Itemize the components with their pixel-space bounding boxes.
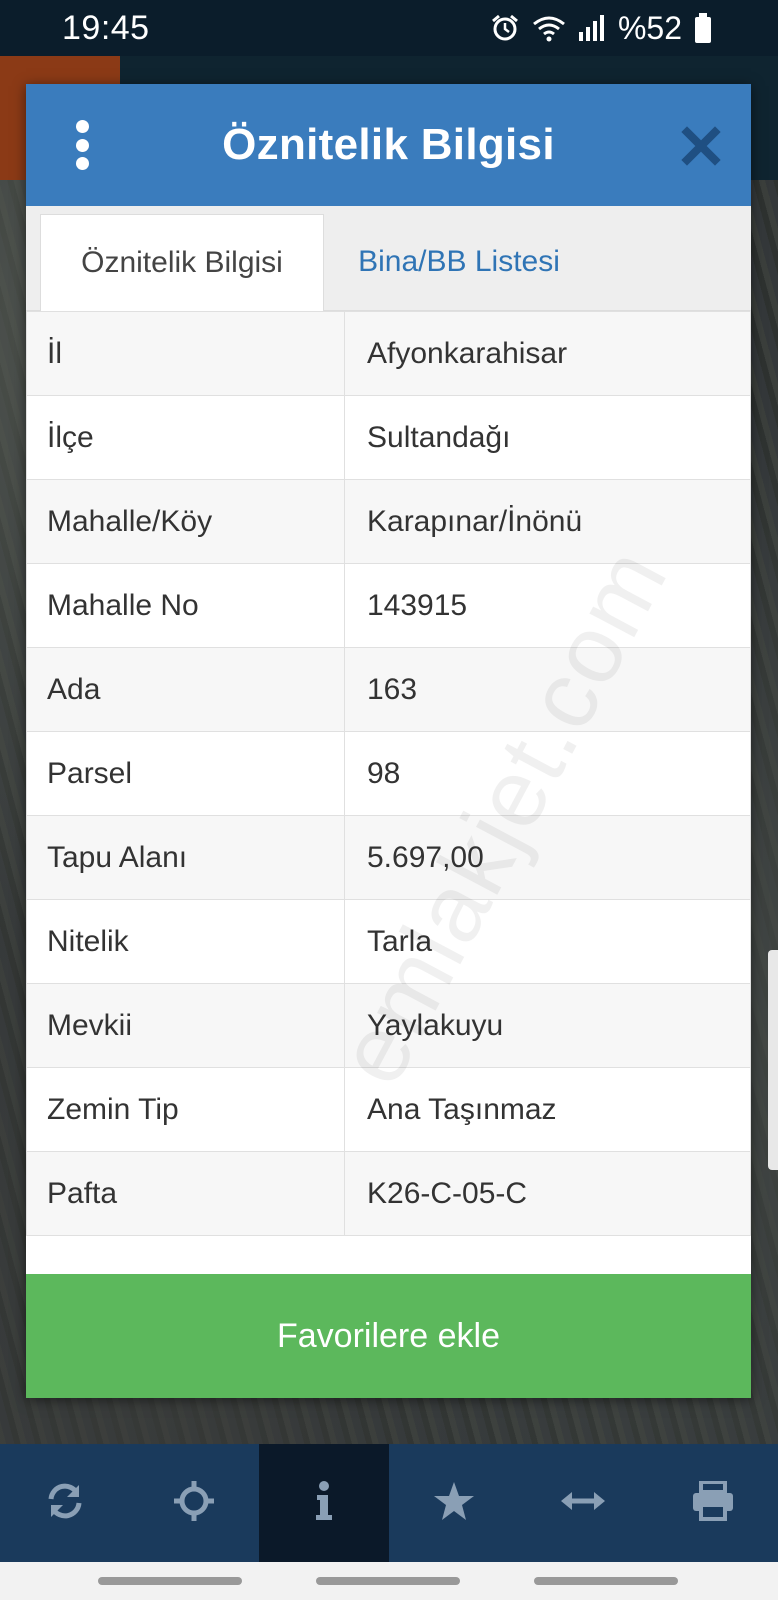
table-row: Parsel 98 bbox=[26, 731, 751, 816]
row-key: Ada bbox=[26, 647, 345, 732]
signal-icon bbox=[578, 14, 606, 42]
menu-dots-icon[interactable] bbox=[70, 120, 94, 170]
status-icons: %52 bbox=[490, 10, 712, 47]
close-icon[interactable] bbox=[679, 124, 723, 168]
print-icon bbox=[691, 1479, 735, 1526]
star-icon bbox=[433, 1481, 475, 1526]
measure-button[interactable] bbox=[519, 1444, 649, 1562]
row-key: Parsel bbox=[26, 731, 345, 816]
add-favorite-button[interactable]: Favorilere ekle bbox=[26, 1274, 751, 1398]
table-row: İl Afyonkarahisar bbox=[26, 311, 751, 396]
row-value: Afyonkarahisar bbox=[344, 311, 751, 396]
status-bar: 19:45 %52 bbox=[0, 0, 778, 56]
measure-icon bbox=[560, 1489, 606, 1518]
bottom-toolbar bbox=[0, 1444, 778, 1562]
print-button[interactable] bbox=[648, 1444, 778, 1562]
alarm-icon bbox=[490, 13, 520, 43]
row-key: Mevkii bbox=[26, 983, 345, 1068]
refresh-button[interactable] bbox=[0, 1444, 130, 1562]
scroll-handle[interactable] bbox=[768, 950, 778, 1170]
locate-button[interactable] bbox=[130, 1444, 260, 1562]
row-key: Tapu Alanı bbox=[26, 815, 345, 900]
row-value: Ana Taşınmaz bbox=[344, 1067, 751, 1152]
row-key: Pafta bbox=[26, 1151, 345, 1236]
tab-building-list[interactable]: Bina/BB Listesi bbox=[324, 214, 594, 310]
row-value: 143915 bbox=[344, 563, 751, 648]
tab-attribute-info[interactable]: Öznitelik Bilgisi bbox=[40, 214, 324, 311]
row-key: Zemin Tip bbox=[26, 1067, 345, 1152]
attribute-table: İl Afyonkarahisar İlçe Sultandağı Mahall… bbox=[26, 311, 751, 1236]
row-value: 163 bbox=[344, 647, 751, 732]
favorites-button[interactable] bbox=[389, 1444, 519, 1562]
tabs-bar: Öznitelik Bilgisi Bina/BB Listesi bbox=[26, 206, 751, 311]
table-row: Tapu Alanı 5.697,00 bbox=[26, 815, 751, 900]
battery-icon bbox=[694, 13, 712, 43]
row-value: 98 bbox=[344, 731, 751, 816]
info-button[interactable] bbox=[259, 1444, 389, 1562]
nav-home-button[interactable] bbox=[316, 1577, 460, 1585]
dialog-header: Öznitelik Bilgisi bbox=[26, 84, 751, 206]
dialog-title: Öznitelik Bilgisi bbox=[222, 120, 555, 169]
system-nav-bar bbox=[0, 1562, 778, 1600]
row-key: Mahalle/Köy bbox=[26, 479, 345, 564]
table-row: Nitelik Tarla bbox=[26, 899, 751, 984]
row-key: İlçe bbox=[26, 395, 345, 480]
table-row: İlçe Sultandağı bbox=[26, 395, 751, 480]
nav-back-button[interactable] bbox=[534, 1577, 678, 1585]
row-key: İl bbox=[26, 311, 345, 396]
table-row: Pafta K26-C-05-C bbox=[26, 1151, 751, 1236]
info-icon bbox=[314, 1480, 334, 1526]
table-row: Zemin Tip Ana Taşınmaz bbox=[26, 1067, 751, 1152]
nav-recent-button[interactable] bbox=[98, 1577, 242, 1585]
refresh-icon bbox=[43, 1479, 87, 1528]
table-row: Ada 163 bbox=[26, 647, 751, 732]
crosshair-icon bbox=[172, 1479, 216, 1528]
table-row: Mahalle/Köy Karapınar/İnönü bbox=[26, 479, 751, 564]
row-key: Nitelik bbox=[26, 899, 345, 984]
wifi-icon bbox=[532, 14, 566, 42]
row-key: Mahalle No bbox=[26, 563, 345, 648]
row-value: K26-C-05-C bbox=[344, 1151, 751, 1236]
row-value: Yaylakuyu bbox=[344, 983, 751, 1068]
status-time: 19:45 bbox=[62, 8, 150, 47]
battery-percent: %52 bbox=[617, 9, 682, 46]
table-row: Mahalle No 143915 bbox=[26, 563, 751, 648]
table-row: Mevkii Yaylakuyu bbox=[26, 983, 751, 1068]
attribute-dialog: Öznitelik Bilgisi Öznitelik Bilgisi Bina… bbox=[26, 84, 751, 1398]
row-value: Tarla bbox=[344, 899, 751, 984]
row-value: 5.697,00 bbox=[344, 815, 751, 900]
row-value: Sultandağı bbox=[344, 395, 751, 480]
row-value: Karapınar/İnönü bbox=[344, 479, 751, 564]
